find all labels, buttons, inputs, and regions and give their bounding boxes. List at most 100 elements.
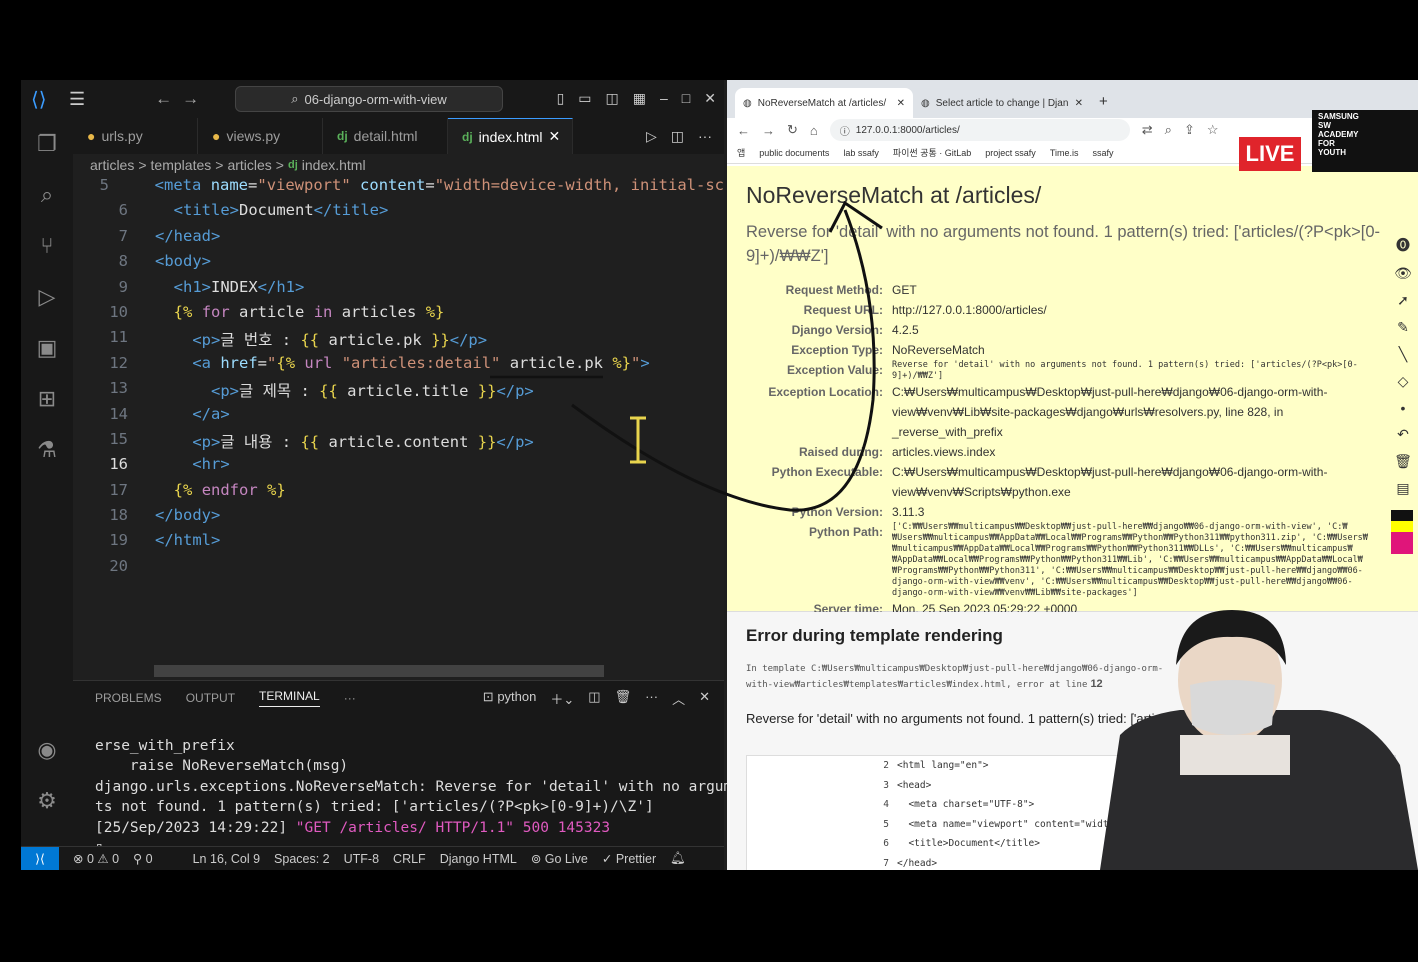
cursor-position[interactable]: Ln 16, Col 9 bbox=[193, 852, 260, 866]
line-ending[interactable]: CRLF bbox=[393, 852, 426, 866]
tab-urls-py[interactable]: ● urls.py bbox=[73, 118, 198, 154]
run-debug-icon[interactable]: ▷ bbox=[21, 271, 73, 322]
remote-indicator-icon[interactable]: ⟩⟨ bbox=[21, 846, 59, 870]
code-line[interactable]: 10 {% for article in articles %} bbox=[73, 303, 724, 328]
problems-status[interactable]: ⊗ 0 ⚠ 0 bbox=[73, 851, 119, 866]
tab-problems[interactable]: PROBLEMS bbox=[95, 691, 162, 705]
testing-icon[interactable]: ⚗ bbox=[21, 424, 73, 475]
back-icon[interactable]: ← bbox=[737, 123, 750, 138]
remote-explorer-icon[interactable]: ▣ bbox=[21, 322, 73, 373]
encoding[interactable]: UTF-8 bbox=[344, 852, 379, 866]
split-layout-icon[interactable]: ◫ bbox=[606, 90, 619, 107]
zoom-icon[interactable]: ⌕ bbox=[1165, 122, 1172, 138]
bookmark-apps[interactable]: 앱 bbox=[737, 146, 745, 159]
tab-detail-html[interactable]: dj detail.html bbox=[323, 118, 448, 154]
toggle-panel-icon[interactable]: ▭ bbox=[578, 90, 591, 107]
split-terminal-icon[interactable]: ◫ bbox=[588, 689, 600, 708]
breadcrumb-item[interactable]: index.html bbox=[302, 157, 366, 173]
dot-icon[interactable]: • bbox=[1401, 400, 1406, 416]
bookmark-item[interactable]: project ssafy bbox=[985, 148, 1036, 158]
breadcrumb-item[interactable]: articles bbox=[90, 157, 134, 173]
new-tab-icon[interactable]: + bbox=[1091, 93, 1108, 118]
tab-output[interactable]: OUTPUT bbox=[186, 691, 235, 705]
command-center[interactable]: ⌕ 06-django-orm-with-view bbox=[235, 86, 503, 112]
settings-gear-icon[interactable]: ⚙ bbox=[21, 775, 73, 826]
color-palette[interactable] bbox=[1391, 510, 1413, 554]
layout-controls[interactable]: ▯ ▭ ◫ ▦ – □ ✕ bbox=[557, 90, 716, 107]
minimize-icon[interactable]: – bbox=[660, 90, 668, 107]
code-line[interactable]: 19 </html> bbox=[73, 531, 724, 556]
notifications-bell-icon[interactable]: 🔔︎ bbox=[670, 851, 686, 866]
ports-status[interactable]: ⚲ 0 bbox=[133, 851, 153, 866]
bookmark-item[interactable]: public documents bbox=[759, 148, 829, 158]
bookmark-item[interactable]: 파이썬 공통 · GitLab bbox=[893, 146, 971, 159]
pin-icon[interactable]: ⓿ bbox=[1396, 235, 1410, 255]
terminal-shell-selector[interactable]: ⊡ python bbox=[483, 689, 537, 708]
tab-terminal[interactable]: TERMINAL bbox=[259, 689, 320, 707]
search-icon[interactable]: ⌕ bbox=[21, 169, 73, 220]
prettier-status[interactable]: ✓ Prettier bbox=[602, 851, 656, 866]
customize-layout-icon[interactable]: ▦ bbox=[633, 90, 646, 107]
extensions-icon[interactable]: ⊞ bbox=[21, 373, 73, 424]
code-line[interactable]: 8 <body> bbox=[73, 252, 724, 277]
indentation[interactable]: Spaces: 2 bbox=[274, 852, 330, 866]
reload-icon[interactable]: ↻ bbox=[787, 122, 798, 138]
tab-views-py[interactable]: ● views.py bbox=[198, 118, 323, 154]
close-window-icon[interactable]: ✕ bbox=[704, 90, 716, 107]
undo-icon[interactable]: ↶ bbox=[1397, 426, 1409, 443]
bookmark-item[interactable]: ssafy bbox=[1092, 148, 1113, 158]
code-line[interactable]: 16 <hr> bbox=[73, 455, 724, 480]
go-live-button[interactable]: ⊚ Go Live bbox=[531, 851, 588, 866]
maximize-icon[interactable]: □ bbox=[682, 90, 690, 107]
browser-tab-active[interactable]: ◍ NoReverseMatch at /articles/ ✕ bbox=[735, 88, 913, 118]
account-icon[interactable]: ◉ bbox=[21, 724, 73, 775]
tab-index-html[interactable]: dj index.html ✕ bbox=[448, 118, 573, 154]
code-line[interactable]: 11 <p>글 번호 : {{ article.pk }}</p> bbox=[73, 328, 724, 353]
close-tab-icon[interactable]: ✕ bbox=[897, 98, 905, 109]
bookmark-item[interactable]: lab ssafy bbox=[843, 148, 879, 158]
more-tabs-icon[interactable]: ··· bbox=[344, 691, 356, 705]
code-line[interactable]: 12 <a href="{% url "articles:detail" art… bbox=[73, 354, 724, 379]
eye-icon[interactable]: 👁︎ bbox=[1394, 265, 1412, 282]
code-line[interactable]: 18 </body> bbox=[73, 506, 724, 531]
code-line[interactable]: 20 bbox=[73, 557, 724, 582]
close-tab-icon[interactable]: ✕ bbox=[1075, 98, 1083, 109]
trash-icon[interactable]: 🗑 bbox=[1394, 453, 1412, 470]
breadcrumb-item[interactable]: templates bbox=[151, 157, 212, 173]
new-terminal-icon[interactable]: ＋⌄ bbox=[550, 689, 574, 708]
code-line[interactable]: 9 <h1>INDEX</h1> bbox=[73, 278, 724, 303]
cursor-icon[interactable]: ➚ bbox=[1397, 292, 1409, 309]
code-line[interactable]: 17 {% endfor %} bbox=[73, 481, 724, 506]
translate-icon[interactable]: ⇄ bbox=[1142, 122, 1153, 138]
code-line[interactable]: 14 </a> bbox=[73, 405, 724, 430]
eraser-icon[interactable]: ◇ bbox=[1398, 373, 1409, 390]
explorer-icon[interactable]: ❐ bbox=[21, 118, 73, 169]
kill-terminal-icon[interactable]: 🗑 bbox=[615, 689, 632, 708]
terminal-output[interactable]: erse_with_prefix raise NoReverseMatch(ms… bbox=[73, 715, 750, 859]
language-mode[interactable]: Django HTML bbox=[440, 852, 517, 866]
browser-tab[interactable]: ◍ Select article to change | Djan ✕ bbox=[913, 88, 1091, 118]
source-control-icon[interactable]: ⑂ bbox=[21, 220, 73, 271]
menu-icon[interactable]: ☰ bbox=[69, 89, 85, 110]
code-line[interactable]: 6 <title>Document</title> bbox=[73, 201, 724, 226]
maximize-panel-icon[interactable]: ︿ bbox=[672, 689, 685, 708]
toggle-sidebar-icon[interactable]: ▯ bbox=[557, 90, 565, 107]
more-actions-icon[interactable]: ··· bbox=[698, 128, 712, 144]
bookmark-star-icon[interactable]: ☆ bbox=[1207, 122, 1219, 138]
line-icon[interactable]: ╲ bbox=[1399, 346, 1407, 363]
run-icon[interactable]: ▷ bbox=[646, 128, 657, 145]
close-tab-icon[interactable]: ✕ bbox=[548, 128, 560, 145]
home-icon[interactable]: ⌂ bbox=[810, 123, 818, 138]
more-icon[interactable]: ··· bbox=[645, 689, 658, 708]
code-line[interactable]: 15 <p>글 내용 : {{ article.content }}</p> bbox=[73, 430, 724, 455]
bookmark-item[interactable]: Time.is bbox=[1050, 148, 1079, 158]
close-panel-icon[interactable]: ✕ bbox=[699, 689, 710, 708]
forward-icon[interactable]: → bbox=[762, 123, 775, 138]
pen-icon[interactable]: ✎ bbox=[1397, 319, 1409, 336]
split-editor-icon[interactable]: ◫ bbox=[671, 128, 684, 145]
nav-arrows[interactable]: ←→ bbox=[155, 89, 209, 109]
code-line[interactable]: 7 </head> bbox=[73, 227, 724, 252]
horizontal-scrollbar[interactable] bbox=[154, 665, 604, 677]
breadcrumb-item[interactable]: articles bbox=[227, 157, 271, 173]
url-input[interactable]: ⓘ 127.0.0.1:8000/articles/ bbox=[829, 119, 1130, 141]
